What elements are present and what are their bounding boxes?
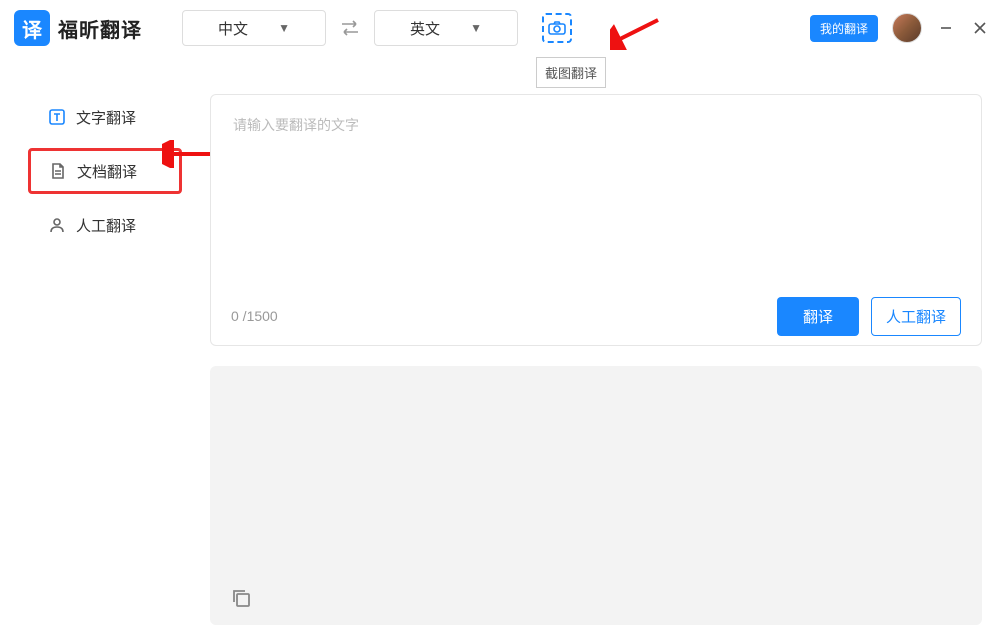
- input-placeholder: 请输入要翻译的文字: [233, 117, 359, 133]
- char-count: 0 /1500: [231, 308, 278, 324]
- sidebar-item-text-translate[interactable]: 文字翻译: [0, 94, 210, 140]
- sidebar-item-label: 人工翻译: [76, 215, 136, 236]
- target-language-label: 英文: [410, 18, 440, 39]
- minimize-icon: [939, 21, 953, 35]
- copy-icon: [230, 587, 252, 609]
- chevron-down-icon: ▼: [278, 21, 290, 35]
- swap-icon: [339, 19, 361, 37]
- sidebar-item-label: 文字翻译: [76, 107, 136, 128]
- avatar[interactable]: [892, 13, 922, 43]
- sidebar-item-label: 文档翻译: [77, 161, 137, 182]
- human-translate-button[interactable]: 人工翻译: [871, 297, 961, 336]
- screenshot-translate-button[interactable]: 截图翻译: [542, 13, 572, 43]
- copy-button[interactable]: [230, 587, 254, 611]
- human-icon: [48, 216, 66, 234]
- header-right: 我的翻译: [810, 13, 990, 43]
- language-controls: 中文 ▼ 英文 ▼ 截图翻译: [182, 10, 572, 46]
- logo-badge: 译: [14, 10, 50, 46]
- header-bar: 译 福昕翻译 中文 ▼ 英文 ▼: [0, 0, 1004, 56]
- my-translations-button[interactable]: 我的翻译: [810, 15, 878, 42]
- minimize-button[interactable]: [936, 18, 956, 38]
- output-panel: [210, 366, 982, 625]
- input-panel: 请输入要翻译的文字 0 /1500 翻译 人工翻译: [210, 94, 982, 346]
- translation-input[interactable]: 请输入要翻译的文字: [211, 95, 981, 287]
- source-language-label: 中文: [218, 18, 248, 39]
- input-footer: 0 /1500 翻译 人工翻译: [211, 287, 981, 345]
- close-icon: [973, 21, 987, 35]
- text-icon: [48, 108, 66, 126]
- document-icon: [49, 162, 67, 180]
- source-language-select[interactable]: 中文 ▼: [182, 10, 326, 46]
- close-button[interactable]: [970, 18, 990, 38]
- sidebar-item-human-translate[interactable]: 人工翻译: [0, 202, 210, 248]
- chevron-down-icon: ▼: [470, 21, 482, 35]
- app-logo: 译 福昕翻译: [14, 10, 142, 46]
- translate-button[interactable]: 翻译: [777, 297, 859, 336]
- camera-icon: [548, 21, 566, 35]
- main-content: 请输入要翻译的文字 0 /1500 翻译 人工翻译: [210, 56, 1004, 643]
- sidebar: 文字翻译 文档翻译 人工翻译: [0, 56, 210, 643]
- swap-languages-button[interactable]: [336, 14, 364, 42]
- logo-text: 福昕翻译: [58, 14, 142, 43]
- sidebar-item-document-translate[interactable]: 文档翻译: [28, 148, 182, 194]
- screenshot-tooltip: 截图翻译: [536, 57, 606, 88]
- target-language-select[interactable]: 英文 ▼: [374, 10, 518, 46]
